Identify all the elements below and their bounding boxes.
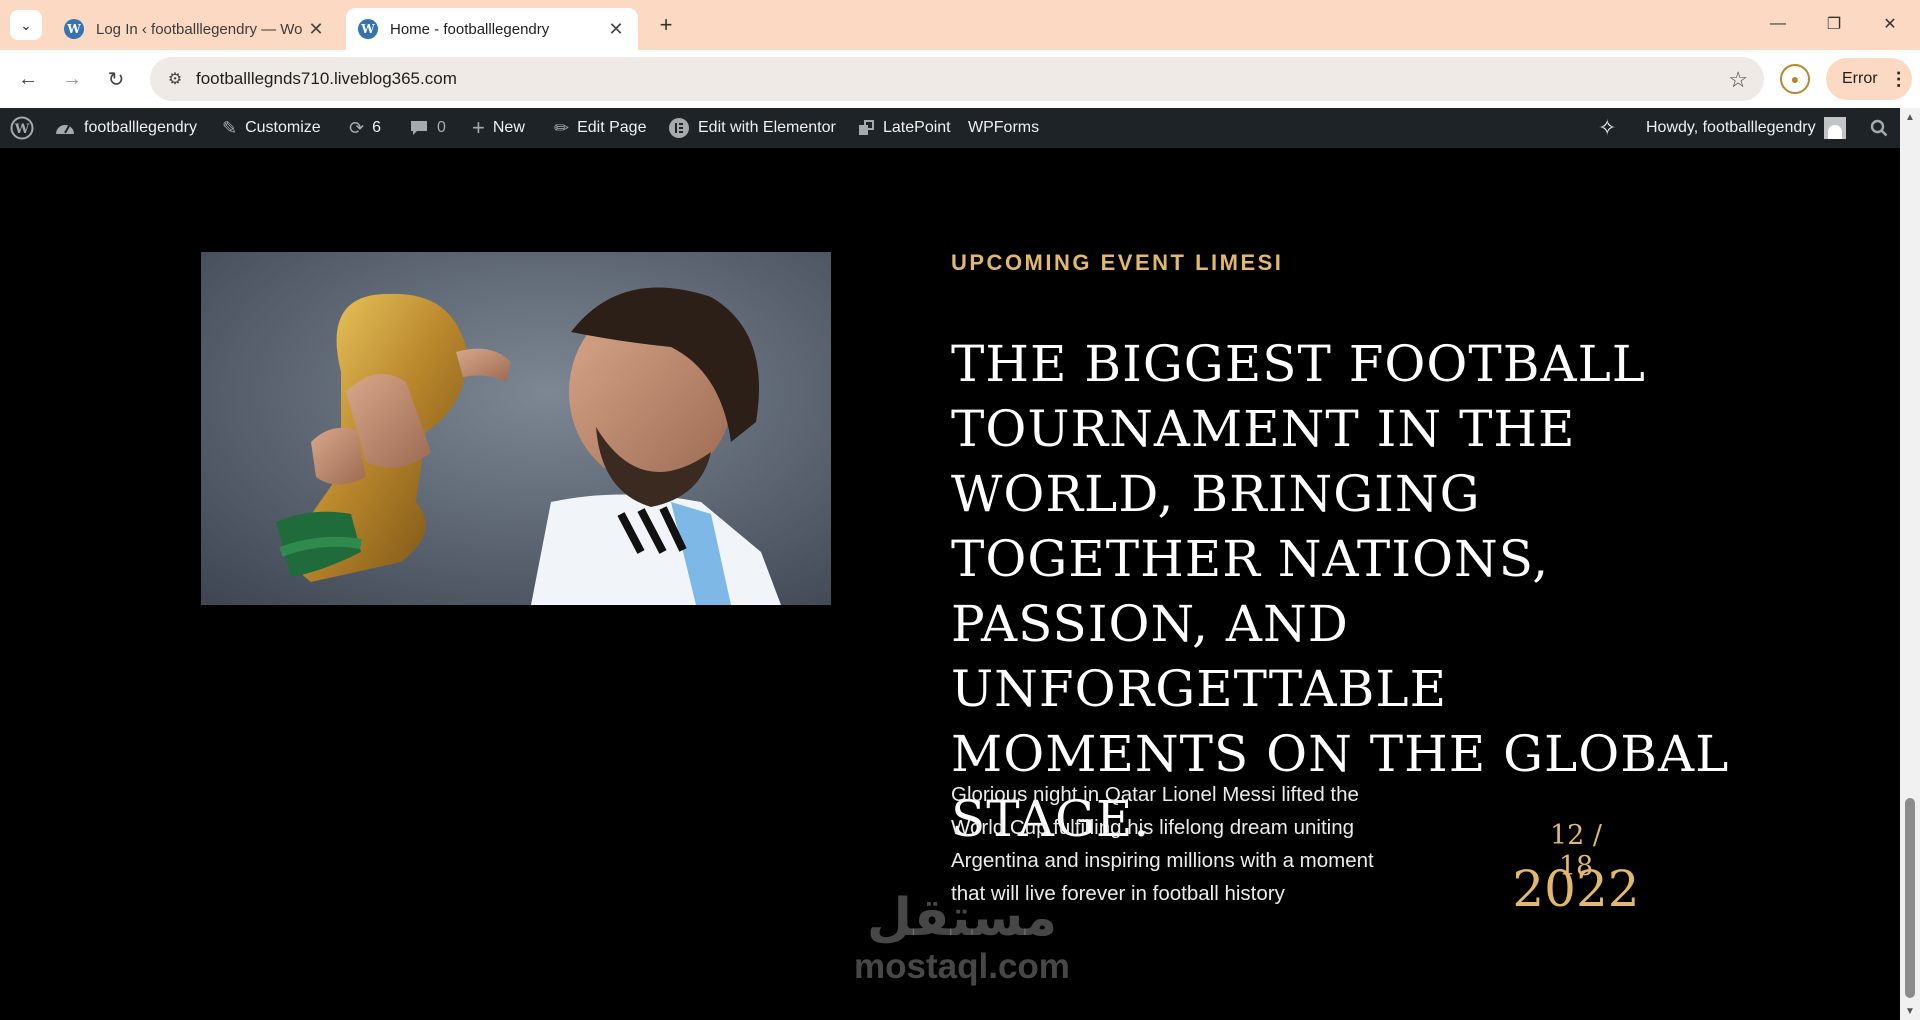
page-content: UPCOMING EVENT LIMESI THE BIGGEST FOOTBA… (0, 148, 1900, 1020)
customize-link[interactable]: ✎ Customize (222, 108, 321, 148)
scroll-up-icon[interactable]: ▲ (1900, 108, 1920, 126)
sparkle-icon: ✧ (1598, 115, 1617, 140)
browser-toolbar: ← → ↻ ⚙ footballlegnds710.liveblog365.co… (0, 50, 1920, 108)
avatar (1823, 117, 1846, 139)
event-date-year: 2022 (1512, 860, 1640, 918)
wordpress-icon: W (10, 116, 34, 140)
site-settings-icon[interactable]: ⚙ (164, 68, 186, 90)
page-scrollbar[interactable]: ▲ ▼ (1900, 108, 1920, 1020)
updates-count: 6 (372, 119, 381, 136)
plus-icon: + (472, 115, 485, 140)
edit-page-label: Edit Page (577, 119, 647, 136)
close-icon: ✕ (1883, 16, 1897, 33)
restore-button[interactable]: ❐ (1806, 4, 1862, 44)
svg-text:W: W (14, 122, 30, 137)
bookmark-star-icon[interactable]: ☆ (1728, 67, 1748, 93)
close-icon[interactable]: ✕ (606, 19, 626, 40)
arrow-right-icon: → (62, 67, 82, 90)
tab-title: Home - footballlegendry (390, 20, 550, 38)
tab-title: Log In ‹ footballlegendry — Wo (96, 20, 303, 38)
edit-elementor-link[interactable]: Edit with Elementor (668, 108, 836, 148)
wpforms-link[interactable]: WPForms (968, 108, 1039, 148)
scroll-down-icon[interactable]: ▼ (1900, 1002, 1920, 1020)
chevron-down-icon: ⌄ (20, 16, 32, 33)
tab-search-button[interactable]: ⌄ (10, 10, 42, 40)
elementor-icon (668, 117, 690, 139)
wpforms-label: WPForms (968, 119, 1040, 136)
paintbrush-icon: ✎ (222, 117, 238, 138)
site-name-menu[interactable]: footballlegendry (54, 108, 197, 148)
event-description: Glorious night in Qatar Lionel Messi lif… (951, 783, 1374, 905)
browser-tab-strip: ⌄ W Log In ‹ footballlegendry — Wo ✕ W H… (0, 0, 1920, 50)
updates-link[interactable]: ⟳ 6 (349, 108, 381, 148)
forward-button[interactable]: → (56, 63, 88, 95)
error-label: Error (1842, 70, 1878, 87)
tab-login[interactable]: W Log In ‹ footballlegendry — Wo ✕ (52, 8, 338, 50)
wordpress-favicon-icon: W (358, 19, 378, 39)
new-label: New (492, 119, 525, 136)
edit-page-link[interactable]: ✏ Edit Page (554, 108, 646, 148)
wp-logo-menu[interactable]: W (10, 108, 42, 148)
latepoint-label: LatePoint (883, 119, 951, 136)
new-tab-button[interactable]: + (650, 10, 682, 40)
wp-admin-bar: W footballlegendry ✎ Customize ⟳ 6 0 + N… (0, 108, 1900, 148)
messi-world-cup-photo (201, 252, 831, 605)
profile-icon[interactable]: ● (1780, 64, 1810, 94)
url-text[interactable]: footballlegnds710.liveblog365.com (196, 69, 457, 89)
scroll-thumb[interactable] (1905, 798, 1915, 998)
plus-icon: + (659, 12, 673, 37)
howdy-label: Howdy, footballlegendry (1646, 119, 1816, 136)
comments-link[interactable]: 0 (409, 108, 446, 148)
minimize-icon: — (1770, 15, 1786, 32)
minimize-button[interactable]: — (1750, 4, 1806, 44)
address-bar[interactable]: ⚙ footballlegnds710.liveblog365.com ☆ (150, 57, 1764, 101)
back-button[interactable]: ← (12, 63, 44, 95)
latepoint-link[interactable]: LatePoint (857, 108, 951, 148)
reload-icon: ↻ (107, 68, 125, 91)
arrow-left-icon: ← (18, 67, 38, 90)
search-icon (1870, 119, 1888, 137)
event-eyebrow: UPCOMING EVENT LIMESI (951, 250, 1284, 275)
more-vertical-icon: ⋮ (1889, 68, 1908, 89)
reload-button[interactable]: ↻ (100, 63, 132, 95)
customize-label: Customize (245, 119, 321, 136)
site-name: footballlegendry (84, 119, 197, 136)
watermark-latin: mostaql.com (854, 947, 1070, 986)
close-window-button[interactable]: ✕ (1862, 4, 1918, 44)
comment-icon (409, 119, 429, 137)
admin-search-button[interactable] (1870, 108, 1896, 148)
close-icon[interactable]: ✕ (306, 19, 326, 40)
ai-sparkle-button[interactable]: ✧ (1598, 108, 1624, 148)
event-headline: THE BIGGEST FOOTBALL TOURNAMENT IN THE W… (951, 335, 1730, 848)
account-menu[interactable]: Howdy, footballlegendry (1646, 108, 1846, 148)
latepoint-icon (857, 119, 875, 137)
tab-home[interactable]: W Home - footballlegendry ✕ (346, 8, 638, 50)
dashboard-icon (54, 118, 76, 138)
edit-elementor-label: Edit with Elementor (698, 119, 836, 136)
new-content-menu[interactable]: + New (472, 108, 525, 148)
pencil-icon: ✏ (554, 117, 570, 138)
comments-count: 0 (437, 119, 446, 136)
restore-icon: ❐ (1826, 16, 1842, 33)
wordpress-favicon-icon: W (64, 19, 84, 39)
updates-icon: ⟳ (349, 117, 365, 138)
error-menu-button[interactable]: Error ⋮ (1826, 58, 1912, 100)
